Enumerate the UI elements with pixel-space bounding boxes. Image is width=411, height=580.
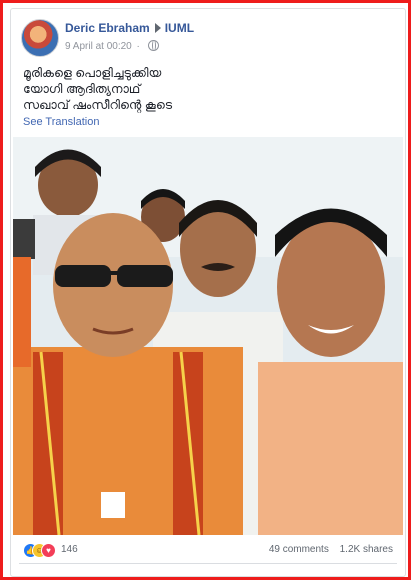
post-text-line-3: സഖാവ് ഷംസീറിന്റെ കൂടെ — [23, 98, 173, 112]
post-text: മൂരികളെ പൊളിച്ചടുക്കിയ യോഗി ആദിത്യനാഥ് സ… — [23, 65, 172, 113]
post-header: Deric Ebraham IUML 9 April at 00:20 · — [21, 19, 395, 59]
photo-illustration — [13, 137, 403, 535]
like-action-button[interactable] — [109, 569, 149, 577]
group-name[interactable]: IUML — [165, 21, 194, 35]
comments-count[interactable]: 49 comments — [269, 544, 329, 555]
post-timestamp[interactable]: 9 April at 00:20 — [65, 41, 132, 52]
post-text-line-2: യോഗി ആദിത്യനാഥ് — [23, 82, 141, 96]
shares-count[interactable]: 1.2K shares — [340, 544, 393, 555]
action-bar — [19, 569, 397, 577]
author-avatar[interactable] — [21, 19, 59, 57]
post-meta: 9 April at 00:20 · — [65, 40, 159, 52]
facebook-post-card: Deric Ebraham IUML 9 April at 00:20 · മൂര… — [10, 8, 406, 577]
author-line: Deric Ebraham IUML — [65, 21, 194, 35]
screenshot-frame: Deric Ebraham IUML 9 April at 00:20 · മൂര… — [0, 0, 411, 580]
love-reaction-icon: ♥ — [41, 543, 56, 558]
reaction-count[interactable]: 146 — [61, 544, 78, 555]
post-text-line-1: മൂരികളെ പൊളിച്ചടുക്കിയ — [23, 66, 162, 80]
author-name[interactable]: Deric Ebraham — [65, 21, 150, 35]
post-photo[interactable] — [13, 137, 403, 535]
share-action-button[interactable] — [291, 569, 331, 577]
post-stats: 49 comments 1.2K shares — [261, 544, 393, 555]
see-translation-link[interactable]: See Translation — [23, 116, 99, 128]
post-footer: 👍 ☺ ♥ 146 49 comments 1.2K shares — [21, 541, 395, 559]
globe-icon — [147, 40, 159, 51]
shared-to-arrow-icon — [154, 23, 161, 33]
footer-divider — [19, 563, 397, 564]
